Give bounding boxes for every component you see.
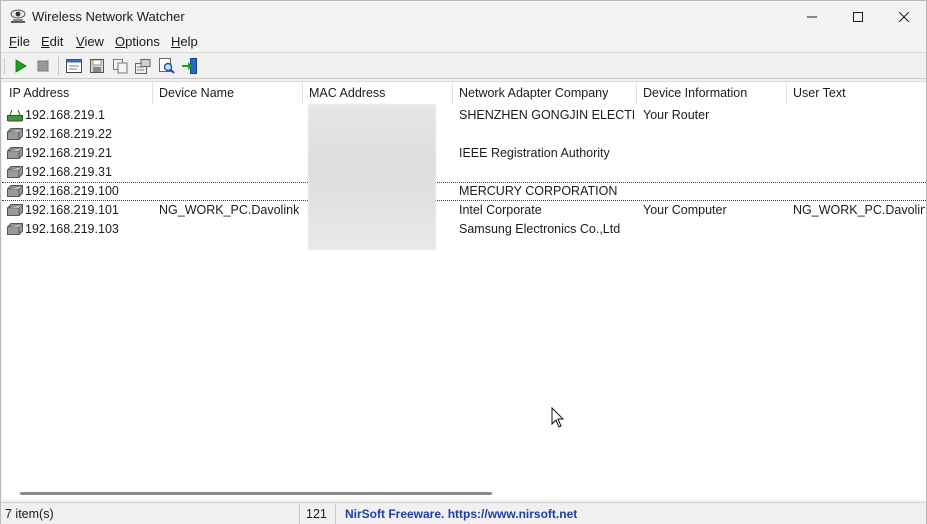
menu-options[interactable]: Options bbox=[115, 34, 160, 49]
column-header-mac-address[interactable]: MAC Address bbox=[303, 82, 453, 104]
status-divider bbox=[299, 504, 300, 524]
cell-ip: 192.168.219.1 bbox=[25, 108, 105, 122]
start-icon bbox=[15, 59, 27, 73]
eye-network-icon bbox=[10, 9, 26, 23]
column-header-ip-address[interactable]: IP Address bbox=[3, 82, 153, 104]
cell-ip: 192.168.219.101 bbox=[25, 203, 119, 217]
device-list[interactable]: IP Address Device Name MAC Address Netwo… bbox=[2, 81, 926, 500]
minimize-icon bbox=[807, 16, 817, 17]
properties-icon bbox=[135, 58, 151, 74]
exit-icon bbox=[182, 58, 197, 74]
minimize-button[interactable] bbox=[789, 1, 835, 32]
mouse-cursor-icon bbox=[551, 407, 565, 428]
table-row[interactable]: 192.168.219.21 IEEE Registration Authori… bbox=[2, 144, 926, 163]
mac-address-redaction bbox=[308, 104, 436, 250]
horizontal-scrollbar[interactable] bbox=[2, 488, 926, 500]
cell-ip: 192.168.219.31 bbox=[25, 165, 112, 179]
maximize-button[interactable] bbox=[835, 1, 881, 32]
menu-help-mnemonic: H bbox=[171, 34, 181, 49]
cell-company: MERCURY CORPORATION bbox=[459, 184, 618, 198]
table-row[interactable]: 192.168.219.22 bbox=[2, 125, 926, 144]
stop-icon bbox=[37, 60, 49, 72]
start-button[interactable] bbox=[11, 57, 29, 75]
menu-file[interactable]: File bbox=[9, 34, 30, 49]
toolbar-grip bbox=[4, 58, 6, 74]
nirsoft-link[interactable]: NirSoft Freeware. https://www.nirsoft.ne… bbox=[345, 507, 577, 521]
menu-edit[interactable]: Edit bbox=[41, 34, 63, 49]
table-row[interactable]: 192.168.219.1 SHENZHEN GONGJIN ELECTR...… bbox=[2, 106, 926, 125]
title-bar: Wireless Network Watcher bbox=[1, 1, 926, 32]
save-icon bbox=[90, 59, 104, 73]
menu-bar: File Edit View Options Help bbox=[1, 32, 926, 52]
menu-edit-label: dit bbox=[49, 34, 64, 49]
close-icon bbox=[899, 11, 909, 22]
table-row[interactable]: 192.168.219.103 Samsung Electronics Co.,… bbox=[2, 220, 926, 239]
cell-company: Intel Corporate bbox=[459, 203, 542, 217]
window-title: Wireless Network Watcher bbox=[32, 9, 185, 24]
column-header-device-name[interactable]: Device Name bbox=[153, 82, 303, 104]
cell-ip: 192.168.219.21 bbox=[25, 146, 112, 160]
menu-help[interactable]: Help bbox=[171, 34, 198, 49]
save-button[interactable] bbox=[88, 57, 106, 75]
menu-view-label: iew bbox=[84, 34, 104, 49]
cell-company: IEEE Registration Authority bbox=[459, 146, 610, 160]
table-row[interactable]: 192.168.219.31 bbox=[2, 163, 926, 182]
copy-button[interactable] bbox=[111, 57, 129, 75]
menu-view[interactable]: View bbox=[76, 34, 104, 49]
cell-company: Samsung Electronics Co.,Ltd bbox=[459, 222, 621, 236]
cell-device-name: NG_WORK_PC.Davolink bbox=[159, 203, 299, 217]
exit-button[interactable] bbox=[181, 57, 199, 75]
cell-device-info: Your Computer bbox=[643, 203, 727, 217]
computer-icon bbox=[7, 185, 23, 197]
column-header-adapter-company[interactable]: Network Adapter Company bbox=[453, 82, 637, 104]
list-header: IP Address Device Name MAC Address Netwo… bbox=[2, 82, 926, 104]
html-report-icon bbox=[66, 59, 82, 73]
table-row[interactable]: 192.168.219.101 NG_WORK_PC.Davolink Inte… bbox=[2, 201, 926, 220]
menu-options-label: ptions bbox=[125, 34, 160, 49]
copy-icon bbox=[112, 58, 127, 73]
column-header-device-information[interactable]: Device Information bbox=[637, 82, 787, 104]
stop-button[interactable] bbox=[34, 57, 52, 75]
status-item-count: 7 item(s) bbox=[5, 507, 54, 521]
computer-icon bbox=[7, 166, 23, 178]
find-icon bbox=[159, 58, 175, 74]
horizontal-scrollbar-thumb[interactable] bbox=[20, 492, 492, 495]
cell-ip: 192.168.219.100 bbox=[25, 184, 119, 198]
properties-button[interactable] bbox=[134, 57, 152, 75]
computer-icon bbox=[7, 147, 23, 159]
close-button[interactable] bbox=[881, 1, 927, 32]
menu-file-mnemonic: F bbox=[9, 34, 17, 49]
cell-user-text: NG_WORK_PC.Davolink bbox=[793, 203, 925, 217]
cell-ip: 192.168.219.22 bbox=[25, 127, 112, 141]
computer-icon bbox=[7, 204, 23, 216]
html-report-button[interactable] bbox=[65, 57, 83, 75]
status-bar: 7 item(s) 121 NirSoft Freeware. https://… bbox=[1, 502, 926, 524]
menu-file-label: ile bbox=[16, 34, 30, 49]
menu-edit-mnemonic: E bbox=[41, 34, 50, 49]
cell-ip: 192.168.219.103 bbox=[25, 222, 119, 236]
status-divider bbox=[335, 504, 336, 524]
toolbar-separator bbox=[58, 57, 59, 75]
cell-company: SHENZHEN GONGJIN ELECTR... bbox=[459, 108, 634, 122]
find-button[interactable] bbox=[158, 57, 176, 75]
table-row-focused[interactable]: 192.168.219.100 MERCURY CORPORATION bbox=[2, 182, 926, 201]
computer-icon bbox=[7, 223, 23, 235]
menu-options-mnemonic: O bbox=[115, 34, 126, 49]
computer-icon bbox=[7, 128, 23, 140]
maximize-icon bbox=[853, 11, 863, 22]
column-header-user-text[interactable]: User Text bbox=[787, 82, 926, 104]
status-count: 121 bbox=[306, 507, 327, 521]
router-icon bbox=[7, 109, 23, 122]
cell-device-info: Your Router bbox=[643, 108, 710, 122]
toolbar bbox=[1, 52, 926, 79]
app-window: Wireless Network Watcher File Edit View … bbox=[0, 0, 927, 524]
menu-help-label: elp bbox=[180, 34, 198, 49]
